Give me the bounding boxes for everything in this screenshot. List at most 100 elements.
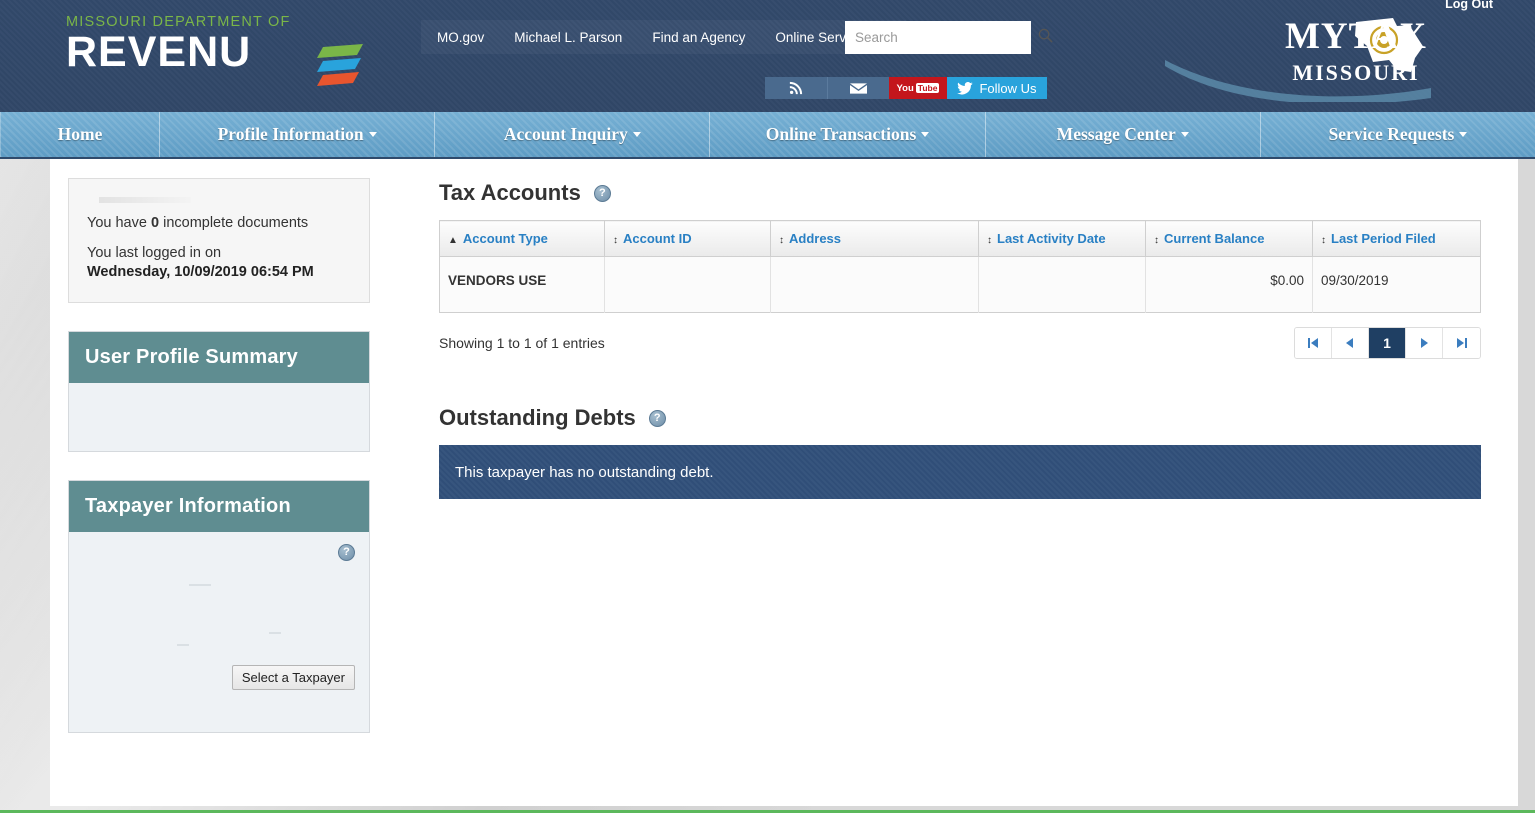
- table-row[interactable]: VENDORS USE $0.00 09/30/2019: [439, 256, 1481, 313]
- pagination-first-button[interactable]: [1295, 328, 1332, 358]
- mytax-logo[interactable]: MYTAX MISSOURI: [1285, 18, 1427, 84]
- help-icon[interactable]: ?: [593, 184, 611, 202]
- last-login-label: You last logged in on: [87, 245, 222, 261]
- sort-both-icon: ↕: [613, 235, 618, 246]
- nav-label-profile-information: Profile Information: [217, 124, 364, 144]
- nav-item-service-requests[interactable]: Service Requests: [1261, 112, 1535, 157]
- nav-item-profile-information[interactable]: Profile Information: [160, 112, 436, 157]
- twitter-follow-label: Follow Us: [979, 80, 1037, 96]
- nav-item-account-inquiry[interactable]: Account Inquiry: [435, 112, 711, 157]
- cell-account-id: [604, 256, 771, 313]
- account-summary-card: You have 0 incomplete documents You last…: [68, 178, 370, 303]
- dor-logo[interactable]: MISSOURI DEPARTMENT OF REVENU: [66, 14, 363, 86]
- column-header-account-id[interactable]: ↕ Account ID: [604, 220, 771, 257]
- dor-logo-line2: REVENU: [66, 28, 252, 76]
- redacted-name: [99, 197, 191, 203]
- chevron-down-icon: [1459, 132, 1468, 137]
- top-nav-links: MO.gov Michael L. Parson Find an Agency …: [421, 20, 906, 54]
- search-box[interactable]: [845, 21, 1053, 54]
- pagination-page-1[interactable]: 1: [1369, 328, 1406, 358]
- pagination-next-button[interactable]: [1406, 328, 1443, 358]
- last-login-value: Wednesday, 10/09/2019 06:54 PM: [87, 264, 314, 280]
- content-sheet: You have 0 incomplete documents You last…: [50, 158, 1518, 806]
- select-a-taxpayer-button[interactable]: Select a Taxpayer: [231, 665, 355, 690]
- pagination-prev-button[interactable]: [1332, 328, 1369, 358]
- sort-asc-icon: ▲: [448, 235, 458, 246]
- tax-accounts-header: Tax Accounts ?: [439, 180, 1481, 206]
- nav-item-online-transactions[interactable]: Online Transactions: [710, 112, 986, 157]
- redacted-line: [189, 584, 211, 586]
- social-bar: You Tube Follow Us: [765, 77, 1047, 99]
- pagination-last-button[interactable]: [1443, 328, 1480, 358]
- cell-current-balance: $0.00: [1145, 256, 1313, 313]
- incomplete-documents-line: You have 0 incomplete documents: [87, 215, 351, 231]
- nav-label-service-requests: Service Requests: [1328, 124, 1455, 144]
- showing-entries-text: Showing 1 to 1 of 1 entries: [439, 335, 605, 351]
- chevron-down-icon: [368, 132, 377, 137]
- table-footer: Showing 1 to 1 of 1 entries 1: [439, 327, 1481, 359]
- documents-prefix: You have: [87, 215, 147, 231]
- nav-label-home: Home: [57, 124, 103, 144]
- documents-suffix: incomplete documents: [163, 215, 309, 231]
- tax-accounts-table: ▲ Account Type ↕ Account ID ↕ Address ↕ Last…: [439, 220, 1481, 313]
- redacted-line: [269, 632, 281, 634]
- revenue-swoosh-icon: [317, 44, 363, 86]
- rss-icon[interactable]: [765, 77, 827, 99]
- nav-label-online-transactions: Online Transactions: [765, 124, 917, 144]
- column-label: Current Balance: [1164, 231, 1265, 246]
- column-header-current-balance[interactable]: ↕ Current Balance: [1145, 220, 1313, 257]
- youtube-badge: Tube: [915, 83, 940, 93]
- cell-address: [770, 256, 979, 313]
- top-link-find-an-agency[interactable]: Find an Agency: [652, 30, 745, 45]
- logout-link[interactable]: Log Out: [1445, 0, 1493, 11]
- tax-accounts-title: Tax Accounts: [439, 180, 581, 205]
- cell-last-activity-date: [978, 256, 1146, 313]
- user-profile-summary-panel: User Profile Summary: [68, 331, 370, 452]
- twitter-follow-button[interactable]: Follow Us: [947, 77, 1047, 99]
- mytax-brand-line2: MISSOURI: [1292, 60, 1420, 85]
- outstanding-debts-title: Outstanding Debts: [439, 405, 636, 430]
- nav-label-account-inquiry: Account Inquiry: [503, 124, 628, 144]
- sort-both-icon: ↕: [987, 235, 992, 246]
- column-label: Last Activity Date: [997, 231, 1106, 246]
- nav-item-home[interactable]: Home: [0, 112, 160, 157]
- taxpayer-information-panel: Taxpayer Information ? Select a Taxpayer: [68, 480, 370, 733]
- youtube-label: You: [896, 82, 914, 94]
- search-icon[interactable]: [1038, 28, 1053, 48]
- cell-last-period-filed: 09/30/2019: [1312, 256, 1481, 313]
- pagination: 1: [1294, 327, 1481, 359]
- redacted-line: [177, 644, 189, 646]
- column-label: Last Period Filed: [1331, 231, 1436, 246]
- column-header-account-type[interactable]: ▲ Account Type: [439, 220, 605, 257]
- column-label: Account ID: [623, 231, 692, 246]
- column-header-last-period-filed[interactable]: ↕ Last Period Filed: [1312, 220, 1481, 257]
- mytax-brand-line1: MYTAX: [1284, 16, 1427, 57]
- sort-both-icon: ↕: [1321, 235, 1326, 246]
- chevron-down-icon: [1180, 132, 1189, 137]
- twitter-bird-icon: [957, 81, 974, 94]
- documents-count: 0: [150, 215, 160, 231]
- help-icon[interactable]: ?: [338, 544, 355, 561]
- nav-item-message-center[interactable]: Message Center: [986, 112, 1261, 157]
- sort-both-icon: ↕: [779, 235, 784, 246]
- main-content: Tax Accounts ? ▲ Account Type ↕ Account ID…: [439, 180, 1481, 499]
- column-header-last-activity-date[interactable]: ↕ Last Activity Date: [978, 220, 1146, 257]
- help-icon[interactable]: ?: [648, 409, 666, 427]
- top-link-mo-gov[interactable]: MO.gov: [437, 30, 484, 45]
- column-label: Address: [789, 231, 842, 246]
- main-navigation: Home Profile Information Account Inquiry…: [0, 112, 1535, 159]
- chevron-down-icon: [921, 132, 930, 137]
- youtube-icon[interactable]: You Tube: [889, 77, 947, 99]
- taxpayer-information-title: Taxpayer Information: [69, 481, 369, 532]
- top-link-governor[interactable]: Michael L. Parson: [514, 30, 622, 45]
- email-icon[interactable]: [827, 77, 889, 99]
- table-header-row: ▲ Account Type ↕ Account ID ↕ Address ↕ Last…: [439, 220, 1481, 257]
- outstanding-debts-header: Outstanding Debts ?: [439, 405, 1481, 431]
- site-header: MISSOURI DEPARTMENT OF REVENU MO.gov Mic…: [0, 0, 1535, 112]
- search-input[interactable]: [845, 30, 1038, 45]
- column-header-address[interactable]: ↕ Address: [770, 220, 979, 257]
- nav-label-message-center: Message Center: [1056, 124, 1176, 144]
- cell-account-type: VENDORS USE: [439, 256, 605, 313]
- user-profile-summary-title: User Profile Summary: [69, 332, 369, 383]
